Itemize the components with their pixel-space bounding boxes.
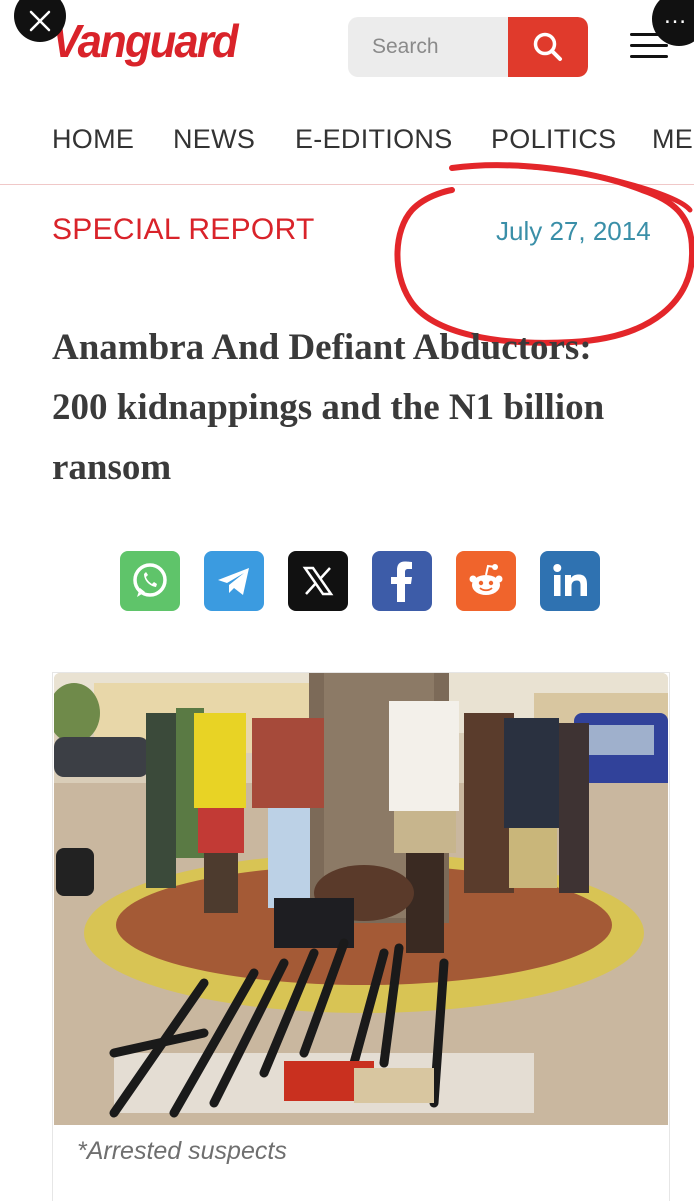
facebook-icon [391, 561, 412, 602]
whatsapp-icon [133, 563, 167, 597]
reddit-icon [469, 564, 503, 595]
search-icon [533, 32, 562, 61]
search-box [348, 17, 588, 77]
share-linkedin-button[interactable] [540, 551, 600, 611]
site-header: Vanguard [0, 0, 694, 96]
search-input[interactable] [348, 17, 508, 77]
article-category[interactable]: SPECIAL REPORT [52, 213, 315, 247]
site-logo[interactable]: Vanguard [52, 14, 239, 68]
article-image-card: *Arrested suspects [52, 672, 670, 1201]
share-facebook-button[interactable] [372, 551, 432, 611]
share-whatsapp-button[interactable] [120, 551, 180, 611]
article-photo[interactable] [54, 673, 668, 1125]
search-button[interactable] [508, 17, 588, 77]
linkedin-icon [553, 564, 587, 596]
x-logo-icon [302, 566, 334, 596]
nav-item-news[interactable]: NEWS [173, 124, 255, 155]
nav-item-home[interactable]: HOME [52, 124, 134, 155]
share-x-button[interactable] [288, 551, 348, 611]
nav-item-more[interactable]: ME [652, 124, 693, 155]
image-caption: *Arrested suspects [77, 1137, 287, 1165]
share-telegram-button[interactable] [204, 551, 264, 611]
article-headline: Anambra And Defiant Abductors: 200 kidna… [52, 327, 605, 488]
share-reddit-button[interactable] [456, 551, 516, 611]
telegram-icon [218, 568, 249, 595]
nav-item-e-editions[interactable]: E-EDITIONS [295, 124, 453, 155]
nav-item-politics[interactable]: POLITICS [491, 124, 616, 155]
